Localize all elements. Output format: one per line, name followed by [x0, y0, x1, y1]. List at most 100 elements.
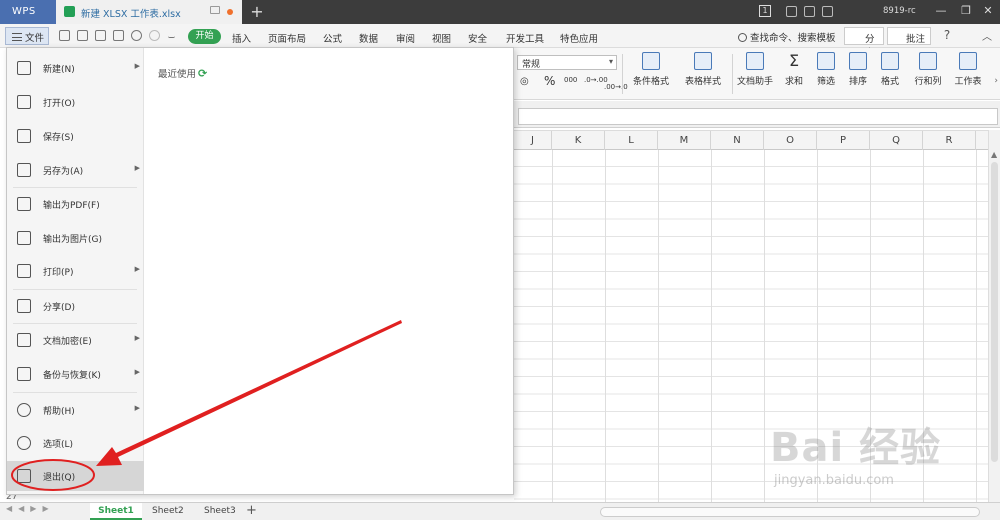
rows-cols-button[interactable]: 行和列	[910, 52, 946, 87]
worksheet-icon	[959, 52, 977, 70]
undo-icon[interactable]	[131, 30, 142, 41]
tab-view[interactable]: 视图	[432, 31, 451, 45]
print-icon[interactable]	[95, 30, 106, 41]
menu-item-save[interactable]: 保存(S)	[7, 122, 144, 150]
refresh-icon[interactable]: ⟳	[198, 67, 207, 80]
message-icon[interactable]	[822, 6, 833, 17]
tab-home[interactable]: 开始	[188, 29, 221, 44]
print-preview-icon[interactable]	[113, 30, 124, 41]
tab-review[interactable]: 审阅	[396, 31, 415, 45]
new-tab-button[interactable]: +	[249, 2, 265, 21]
menu-item-exit[interactable]: 退出(Q)	[7, 461, 144, 491]
horizontal-scrollbar[interactable]	[600, 507, 980, 517]
redo-icon[interactable]	[149, 30, 160, 41]
doc-assistant-button[interactable]: 文档助手	[735, 52, 775, 87]
sheet-tab-sheet3[interactable]: Sheet3	[198, 503, 242, 520]
file-menu-button[interactable]: 文件	[5, 27, 49, 45]
menu-item-save-as[interactable]: 另存为(A) ▶	[7, 156, 144, 184]
help-icon[interactable]: ?	[940, 28, 954, 42]
chevron-right-icon[interactable]: ›	[994, 76, 998, 86]
sort-label: 排序	[848, 77, 867, 87]
annotate-button[interactable]: 批注	[887, 27, 931, 45]
tab-data[interactable]: 数据	[359, 31, 378, 45]
recent-files-label: 最近使用	[158, 69, 197, 80]
user-name[interactable]: 8919-rc	[883, 6, 916, 16]
watermark-brand: Bai 经验	[770, 425, 942, 471]
customize-toolbar-icon[interactable]	[168, 30, 175, 38]
restore-button[interactable]: ❐	[955, 2, 977, 20]
column-header[interactable]: R	[923, 131, 976, 150]
column-header[interactable]: K	[552, 131, 605, 150]
filter-button[interactable]: 筛选	[812, 52, 840, 87]
menu-item-new[interactable]: 新建(N) ▶	[7, 54, 144, 82]
ribbon-separator	[732, 54, 733, 94]
gear-icon	[17, 436, 31, 450]
format-icon	[881, 52, 899, 70]
menu-item-backup[interactable]: 备份与恢复(K) ▶	[7, 360, 144, 388]
new-file-icon	[17, 61, 31, 75]
column-header[interactable]: P	[817, 131, 870, 150]
save-icon	[17, 129, 31, 143]
vertical-scrollbar[interactable]: ▲	[988, 130, 1000, 502]
screen-icon[interactable]	[210, 6, 220, 14]
chevron-up-icon[interactable]: ︿	[982, 28, 992, 43]
column-header[interactable]: Q	[870, 131, 923, 150]
menu-item-label: 另存为(A)	[43, 166, 84, 177]
spreadsheet-icon	[64, 6, 75, 17]
sheet-tab-sheet2[interactable]: Sheet2	[146, 503, 190, 520]
number-format-select[interactable]: 常规	[517, 55, 617, 70]
tab-formulas[interactable]: 公式	[323, 31, 342, 45]
tab-insert[interactable]: 插入	[232, 31, 251, 45]
formula-input[interactable]	[518, 108, 998, 125]
column-header[interactable]: M	[658, 131, 711, 150]
sort-button[interactable]: 排序	[844, 52, 872, 87]
save-as-icon	[17, 163, 31, 177]
menu-item-label: 退出(Q)	[43, 472, 76, 483]
scroll-thumb[interactable]	[991, 162, 998, 462]
currency-icon[interactable]: ◎	[520, 76, 529, 87]
close-button[interactable]: ✕	[977, 2, 999, 20]
unsaved-dot-icon	[227, 9, 233, 15]
scroll-up-icon[interactable]: ▲	[991, 150, 997, 159]
column-header[interactable]: N	[711, 131, 764, 150]
share-button[interactable]: 分享	[844, 27, 884, 59]
menu-item-help[interactable]: 帮助(H) ▶	[7, 396, 144, 424]
menu-item-export-pdf[interactable]: 输出为PDF(F)	[7, 190, 144, 218]
menu-item-print[interactable]: 打印(P) ▶	[7, 257, 144, 285]
sum-button[interactable]: Σ 求和	[780, 52, 808, 88]
tab-page-layout[interactable]: 页面布局	[268, 31, 306, 45]
save-icon[interactable]	[59, 30, 70, 41]
sheet-nav-arrows-icon[interactable]: ◀◀▶▶	[6, 504, 55, 513]
add-sheet-button[interactable]: +	[246, 503, 257, 519]
file-menu-label: 文件	[25, 33, 45, 44]
sheet-tab-sheet1[interactable]: Sheet1	[90, 503, 142, 520]
minimize-button[interactable]: —	[930, 2, 952, 20]
menu-item-share[interactable]: 分享(D)	[7, 292, 144, 320]
column-header[interactable]: O	[764, 131, 817, 150]
menu-item-open[interactable]: 打开(O)	[7, 88, 144, 116]
worksheet-button[interactable]: 工作表	[951, 52, 985, 87]
decrease-decimal-button[interactable]: .00→.0	[604, 83, 628, 91]
menu-item-export-image[interactable]: 输出为图片(G)	[7, 224, 144, 252]
doc-assistant-label: 文档助手	[736, 77, 773, 87]
percent-button[interactable]: %	[544, 74, 555, 88]
document-tab[interactable]: 新建 XLSX 工作表.xlsx	[56, 0, 242, 24]
tab-security[interactable]: 安全	[468, 31, 487, 45]
thousands-button[interactable]: 000	[564, 76, 577, 84]
window-count-badge[interactable]: 1	[759, 5, 771, 17]
command-search[interactable]: 查找命令、搜索模板	[738, 30, 836, 44]
column-header[interactable]: L	[605, 131, 658, 150]
menu-item-label: 帮助(H)	[43, 406, 75, 417]
column-header[interactable]: J	[514, 131, 552, 150]
conditional-format-button[interactable]: 条件格式	[626, 52, 676, 87]
export-icon[interactable]	[77, 30, 88, 41]
tab-special-apps[interactable]: 特色应用	[560, 31, 598, 45]
format-button[interactable]: 格式	[876, 52, 904, 87]
menu-item-options[interactable]: 选项(L)	[7, 429, 144, 457]
skin-icon[interactable]	[786, 6, 797, 17]
tab-developer[interactable]: 开发工具	[506, 31, 544, 45]
menu-item-encrypt[interactable]: 文档加密(E) ▶	[7, 326, 144, 354]
shirt-icon[interactable]	[804, 6, 815, 17]
table-style-button[interactable]: 表格样式	[678, 52, 728, 87]
wps-logo[interactable]: WPS	[0, 0, 56, 24]
